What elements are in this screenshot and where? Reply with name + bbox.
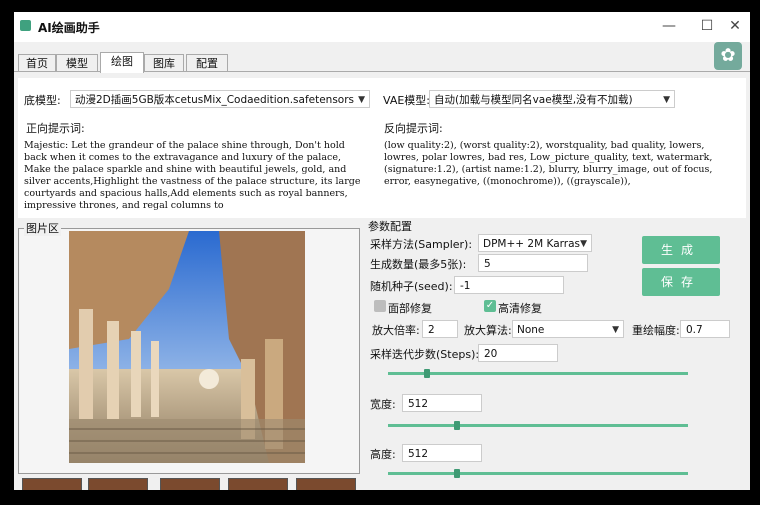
- count-input[interactable]: 5: [478, 254, 588, 272]
- generate-button[interactable]: 生成: [642, 236, 720, 264]
- close-icon[interactable]: ✕: [724, 16, 746, 36]
- face-fix-checkbox[interactable]: [374, 300, 386, 312]
- tab-gallery[interactable]: 图库: [144, 54, 184, 72]
- window-title: AI绘画助手: [38, 21, 100, 35]
- upscale-input[interactable]: 2: [422, 320, 458, 338]
- sampler-label: 采样方法(Sampler):: [370, 238, 473, 251]
- minimize-icon[interactable]: —: [658, 16, 680, 36]
- sampler-value: DPM++ 2M Karras: [483, 238, 580, 250]
- thumbnail[interactable]: [22, 478, 82, 490]
- generated-image[interactable]: [19, 229, 359, 473]
- save-button[interactable]: 保存: [642, 268, 720, 296]
- width-slider[interactable]: [388, 424, 688, 427]
- chevron-down-icon: ▼: [580, 239, 587, 249]
- base-model-value: 动漫2D插画5GB版本cetusMix_Codaedition.safetens…: [75, 94, 355, 106]
- base-model-label: 底模型:: [24, 94, 61, 107]
- vae-label: VAE模型:: [383, 94, 431, 107]
- positive-prompt-input[interactable]: Majestic: Let the grandeur of the palace…: [24, 140, 364, 212]
- params-group-label: 参数配置: [368, 220, 412, 233]
- app-icon: [20, 20, 31, 31]
- image-area-label: 图片区: [24, 220, 61, 236]
- hires-checkbox[interactable]: ✓: [484, 300, 496, 312]
- openai-logo-icon[interactable]: ✿: [714, 42, 742, 70]
- upscaler-label: 放大算法:: [464, 324, 512, 337]
- tab-model[interactable]: 模型: [56, 54, 98, 72]
- base-model-select[interactable]: 动漫2D插画5GB版本cetusMix_Codaedition.safetens…: [70, 90, 370, 108]
- thumbnail[interactable]: [296, 478, 356, 490]
- steps-slider[interactable]: [388, 372, 688, 375]
- width-input[interactable]: 512: [402, 394, 482, 412]
- app-window: AI绘画助手 — ☐ ✕ 首页 模型 绘图 图库 配置 ✿ 底模型: 动漫2D插…: [14, 12, 750, 490]
- tab-config[interactable]: 配置: [186, 54, 228, 72]
- count-label: 生成数量(最多5张):: [370, 258, 467, 271]
- vae-select[interactable]: 自动(加载与模型同名vae模型,没有不加载) ▼: [429, 90, 675, 108]
- sampler-select[interactable]: DPM++ 2M Karras ▼: [478, 234, 592, 252]
- height-label: 高度:: [370, 448, 396, 461]
- vae-value: 自动(加载与模型同名vae模型,没有不加载): [434, 94, 633, 106]
- title-bar: AI绘画助手 — ☐ ✕: [14, 12, 750, 42]
- thumbnail[interactable]: [228, 478, 288, 490]
- height-input[interactable]: 512: [402, 444, 482, 462]
- negative-prompt-label: 反向提示词:: [384, 122, 443, 135]
- steps-input[interactable]: 20: [478, 344, 558, 362]
- upscaler-value: None: [517, 324, 545, 336]
- steps-slider-thumb[interactable]: [424, 369, 430, 378]
- image-area: [18, 228, 360, 474]
- chevron-down-icon: ▼: [663, 95, 670, 105]
- redraw-input[interactable]: 0.7: [680, 320, 730, 338]
- model-prompt-panel: 底模型: 动漫2D插画5GB版本cetusMix_Codaedition.saf…: [18, 78, 746, 218]
- height-slider[interactable]: [388, 472, 688, 475]
- steps-label: 采样迭代步数(Steps):: [370, 348, 480, 361]
- thumbnail[interactable]: [160, 478, 220, 490]
- maximize-icon[interactable]: ☐: [696, 16, 718, 36]
- seed-input[interactable]: -1: [454, 276, 564, 294]
- chevron-down-icon: ▼: [358, 95, 365, 105]
- upscaler-select[interactable]: None ▼: [512, 320, 624, 338]
- face-fix-label: 面部修复: [388, 302, 432, 315]
- params-panel: 参数配置 采样方法(Sampler): DPM++ 2M Karras ▼ 生成…: [366, 220, 747, 484]
- width-label: 宽度:: [370, 398, 396, 411]
- redraw-label: 重绘幅度:: [632, 324, 680, 337]
- tab-home[interactable]: 首页: [18, 54, 56, 72]
- chevron-down-icon: ▼: [612, 325, 619, 335]
- thumbnail[interactable]: [88, 478, 148, 490]
- hires-label: 高清修复: [498, 302, 542, 315]
- negative-prompt-input[interactable]: (low quality:2), (worst quality:2), wors…: [384, 140, 734, 212]
- tab-draw[interactable]: 绘图: [100, 52, 144, 73]
- height-slider-thumb[interactable]: [454, 469, 460, 478]
- seed-label: 随机种子(seed):: [370, 280, 453, 293]
- positive-prompt-label: 正向提示词:: [26, 122, 85, 135]
- upscale-label: 放大倍率:: [372, 324, 420, 337]
- width-slider-thumb[interactable]: [454, 421, 460, 430]
